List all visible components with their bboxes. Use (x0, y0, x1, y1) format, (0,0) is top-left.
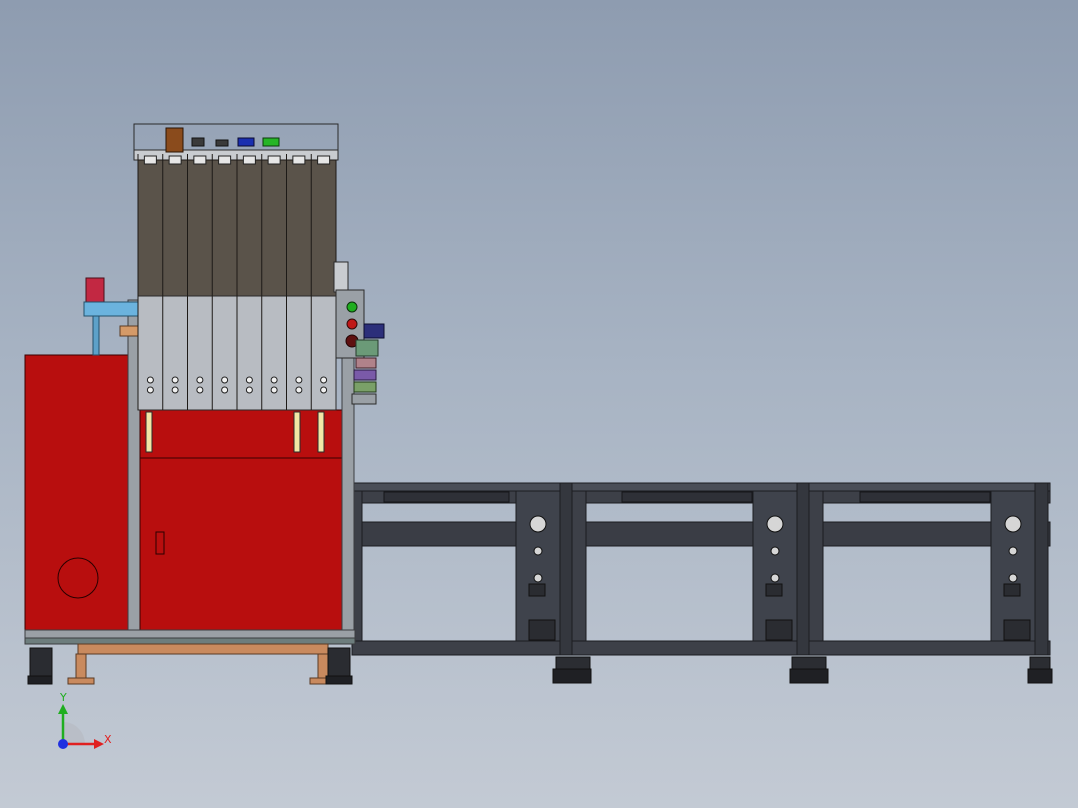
x-axis-label: X (104, 733, 112, 746)
slot-clip (218, 155, 232, 165)
green-button[interactable] (346, 301, 358, 313)
slot-hole (196, 386, 204, 394)
slot-hole (270, 376, 278, 384)
slot-hole (320, 386, 328, 394)
slot-hole (295, 386, 303, 394)
slot-clip (168, 155, 182, 165)
slot-hole (245, 386, 253, 394)
cartridge-magazine[interactable] (133, 123, 339, 453)
slot-clip (193, 155, 207, 165)
slot-hole (171, 386, 179, 394)
slot-clip (267, 155, 281, 165)
slot-hole (320, 376, 328, 384)
red-button[interactable] (346, 318, 358, 330)
slot-clip (242, 155, 256, 165)
cad-viewport[interactable]: Y X (0, 0, 1078, 808)
axis-triad: Y X (58, 691, 112, 749)
conveyor-leg-1 (351, 482, 573, 656)
slot-hole (221, 376, 229, 384)
cad-model-canvas[interactable]: Y X (0, 0, 1078, 808)
slot-hole (221, 386, 229, 394)
conveyor-leg-3 (808, 482, 1049, 656)
slot-hole (295, 376, 303, 384)
slot-hole (146, 376, 154, 384)
slot-clip (292, 155, 306, 165)
conveyor-leg-2 (571, 482, 810, 656)
slot-clip (317, 155, 331, 165)
slot-hole (270, 386, 278, 394)
slot-hole (171, 376, 179, 384)
slot-hole (196, 376, 204, 384)
slot-clip (143, 155, 157, 165)
slot-hole (146, 386, 154, 394)
conveyor-frame[interactable] (351, 482, 1053, 684)
conveyor-feet (552, 656, 1053, 684)
y-axis-label: Y (59, 691, 67, 704)
slot-hole (245, 376, 253, 384)
